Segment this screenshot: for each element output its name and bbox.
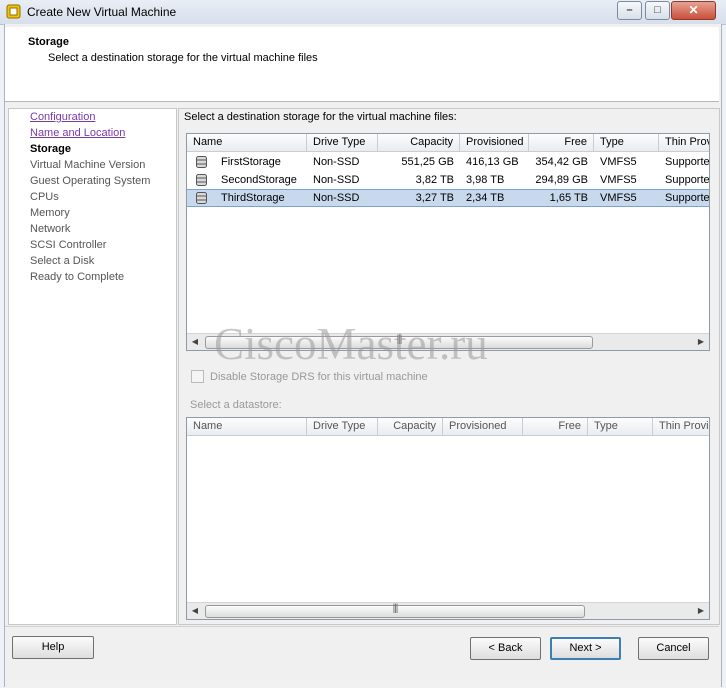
col-free-header[interactable]: Free <box>529 134 594 151</box>
nav-step-storage: Storage <box>30 143 71 155</box>
cancel-button[interactable]: Cancel <box>638 637 709 660</box>
cell-thin-prov: Supporte <box>665 192 710 204</box>
storage-prompt-label: Select a destination storage for the vir… <box>184 111 457 123</box>
cell-name: FirstStorage <box>221 156 281 168</box>
nav-step-name-and-location[interactable]: Name and Location <box>30 127 125 139</box>
datastore-icon <box>196 192 207 204</box>
cell-thin-prov: Supporte <box>665 156 710 168</box>
disable-drs-label: Disable Storage DRS for this virtual mac… <box>210 371 428 383</box>
watermark: CiscoMaster.ru <box>214 319 488 369</box>
col-type-header[interactable]: Type <box>594 134 659 151</box>
cell-drive-type: Non-SSD <box>313 174 360 186</box>
col-capacity-header[interactable]: Capacity <box>378 134 460 151</box>
col-name-header[interactable]: Name <box>187 134 307 151</box>
col-thin-prov-header[interactable]: Thin Prov <box>659 134 709 151</box>
checkbox-box <box>191 370 204 383</box>
cell-type: VMFS5 <box>600 156 637 168</box>
nav-step-configuration[interactable]: Configuration <box>30 111 95 123</box>
title-bar: Create New Virtual Machine – □ ✕ <box>0 0 726 25</box>
page-title: Storage <box>28 36 69 48</box>
cell-thin-prov: Supporte <box>665 174 710 186</box>
cell-name: ThirdStorage <box>221 192 285 204</box>
datastore-table-header: Name Drive Type Capacity Provisioned Fre… <box>187 418 709 436</box>
table-row[interactable]: FirstStorage Non-SSD 551,25 GB 416,13 GB… <box>187 153 709 171</box>
col-provisioned-header[interactable]: Provisioned <box>443 418 523 435</box>
cell-type: VMFS5 <box>600 192 637 204</box>
col-drive-type-header[interactable]: Drive Type <box>307 134 378 151</box>
maximize-icon: □ <box>654 4 661 16</box>
table-row-selected[interactable]: ThirdStorage Non-SSD 3,27 TB 2,34 TB 1,6… <box>187 189 709 207</box>
cell-free: 1,65 TB <box>549 192 588 204</box>
cell-drive-type: Non-SSD <box>313 192 360 204</box>
nav-step-select-disk: Select a Disk <box>30 255 95 267</box>
cell-drive-type: Non-SSD <box>313 156 360 168</box>
back-button[interactable]: < Back <box>470 637 541 660</box>
wizard-steps-nav: Configuration Name and Location Storage … <box>8 108 177 625</box>
page-subtitle: Select a destination storage for the vir… <box>48 52 318 64</box>
scroll-left-icon[interactable]: ◀ <box>187 603 203 619</box>
nav-step-ready: Ready to Complete <box>30 271 125 283</box>
cell-provisioned: 2,34 TB <box>466 192 505 204</box>
cell-name: SecondStorage <box>221 174 297 186</box>
datastore-table: Name Drive Type Capacity Provisioned Fre… <box>186 417 710 620</box>
scroll-thumb[interactable]: ||| <box>205 603 585 618</box>
col-drive-type-header[interactable]: Drive Type <box>307 418 378 435</box>
nav-step-scsi-controller: SCSI Controller <box>30 239 107 251</box>
scroll-right-icon[interactable]: ▶ <box>693 603 709 619</box>
help-button[interactable]: Help <box>12 636 94 659</box>
col-provisioned-header[interactable]: Provisioned <box>460 134 529 151</box>
cell-capacity: 551,25 GB <box>401 156 454 168</box>
wizard-header: Storage Select a destination storage for… <box>5 27 719 102</box>
select-datastore-label: Select a datastore: <box>190 399 282 411</box>
nav-step-cpus: CPUs <box>30 191 59 203</box>
maximize-button[interactable]: □ <box>645 1 670 20</box>
cell-provisioned: 3,98 TB <box>466 174 505 186</box>
col-thin-prov-header[interactable]: Thin Provi <box>653 418 709 435</box>
close-button[interactable]: ✕ <box>671 1 716 20</box>
grip-icon: ||| <box>392 603 399 614</box>
table-row[interactable]: SecondStorage Non-SSD 3,82 TB 3,98 TB 29… <box>187 171 709 189</box>
nav-step-guest-os: Guest Operating System <box>30 175 151 187</box>
storage-table-header: Name Drive Type Capacity Provisioned Fre… <box>187 134 709 152</box>
cell-type: VMFS5 <box>600 174 637 186</box>
minimize-icon: – <box>626 4 633 16</box>
nav-step-network: Network <box>30 223 71 235</box>
col-name-header[interactable]: Name <box>187 418 307 435</box>
col-type-header[interactable]: Type <box>588 418 653 435</box>
cell-free: 294,89 GB <box>535 174 588 186</box>
cell-free: 354,42 GB <box>535 156 588 168</box>
col-capacity-header[interactable]: Capacity <box>378 418 443 435</box>
vsphere-app-icon <box>6 4 21 19</box>
close-icon: ✕ <box>688 3 699 17</box>
scroll-left-icon[interactable]: ◀ <box>187 334 203 350</box>
datastore-icon <box>196 156 207 168</box>
cell-provisioned: 416,13 GB <box>466 156 519 168</box>
scroll-right-icon[interactable]: ▶ <box>693 334 709 350</box>
datastore-icon <box>196 174 207 186</box>
col-free-header[interactable]: Free <box>523 418 588 435</box>
nav-step-vm-version: Virtual Machine Version <box>30 159 146 171</box>
window-title: Create New Virtual Machine <box>27 5 177 19</box>
cell-capacity: 3,27 TB <box>415 192 454 204</box>
datastore-table-hscrollbar[interactable]: ◀ ||| ▶ <box>187 602 709 619</box>
nav-step-memory: Memory <box>30 207 70 219</box>
minimize-button[interactable]: – <box>617 1 642 20</box>
next-button[interactable]: Next > <box>550 637 621 660</box>
footer-divider <box>5 626 719 627</box>
cell-capacity: 3,82 TB <box>415 174 454 186</box>
